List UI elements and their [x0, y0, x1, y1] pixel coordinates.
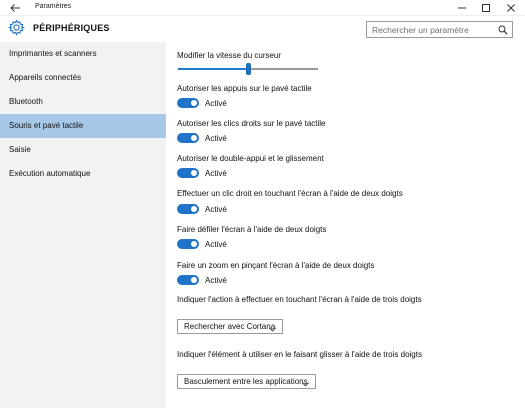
toggle-knob — [191, 206, 197, 212]
sidebar-item-bluetooth[interactable]: Bluetooth — [0, 90, 166, 114]
sidebar-item-label: Imprimantes et scanners — [9, 49, 97, 58]
touchpad-tap-label: Autoriser les appuis sur le pavé tactile — [177, 84, 312, 93]
two-finger-right-click-label: Effectuer un clic droit en touchant l'éc… — [177, 189, 403, 198]
three-finger-tap-dropdown[interactable]: Rechercher avec Cortana — [177, 319, 283, 334]
sidebar-item-label: Bluetooth — [9, 97, 43, 106]
toggle-knob — [191, 277, 197, 283]
sidebar: Imprimantes et scanners Appareils connec… — [0, 42, 166, 408]
cursor-speed-label: Modifier la vitesse du curseur — [177, 51, 282, 60]
sidebar-item-label: Souris et pavé tactile — [9, 121, 84, 130]
right-click-toggle[interactable] — [177, 133, 199, 143]
search-input[interactable]: Rechercher un paramètre — [366, 21, 513, 38]
sidebar-item-connected-devices[interactable]: Appareils connectés — [0, 66, 166, 90]
right-click-label: Autoriser les clics droits sur le pavé t… — [177, 119, 326, 128]
double-tap-drag-label: Autoriser le double-appui et le glisseme… — [177, 154, 324, 163]
toggle-state: Activé — [205, 169, 227, 178]
window-title: Paramètres — [35, 3, 72, 10]
chevron-down-icon — [269, 324, 276, 332]
search-icon[interactable] — [498, 25, 508, 35]
search-placeholder: Rechercher un paramètre — [372, 25, 469, 35]
chevron-down-icon — [302, 379, 309, 387]
header: PÉRIPHÉRIQUES Rechercher un paramètre — [0, 16, 525, 42]
close-button[interactable] — [499, 0, 523, 16]
two-finger-scroll-label: Faire défiler l'écran à l'aide de deux d… — [177, 225, 327, 234]
three-finger-tap-label: Indiquer l'action à effectuer en touchan… — [177, 295, 422, 304]
sidebar-item-autoplay[interactable]: Exécution automatique — [0, 162, 166, 186]
sidebar-item-label: Appareils connectés — [9, 73, 82, 82]
toggle-knob — [191, 135, 197, 141]
two-finger-scroll-toggle[interactable] — [177, 239, 199, 249]
toggle-state: Activé — [205, 240, 227, 249]
title-bar: Paramètres — [0, 0, 525, 16]
three-finger-swipe-label: Indiquer l'élément à utiliser en le fais… — [177, 350, 422, 359]
toggle-knob — [191, 241, 197, 247]
toggle-state: Activé — [205, 134, 227, 143]
page-title: PÉRIPHÉRIQUES — [33, 23, 110, 33]
toggle-state: Activé — [205, 99, 227, 108]
toggle-knob — [191, 170, 197, 176]
pinch-zoom-toggle[interactable] — [177, 275, 199, 285]
sidebar-item-typing[interactable]: Saisie — [0, 138, 166, 162]
two-finger-right-click-toggle[interactable] — [177, 204, 199, 214]
back-arrow-icon[interactable] — [8, 2, 22, 14]
minimize-button[interactable] — [450, 0, 474, 16]
gear-icon — [7, 19, 26, 36]
dropdown-value: Rechercher avec Cortana — [184, 322, 276, 331]
slider-thumb[interactable] — [246, 63, 251, 75]
toggle-knob — [191, 100, 197, 106]
sidebar-item-mouse-touchpad[interactable]: Souris et pavé tactile — [0, 114, 166, 138]
toggle-state: Activé — [205, 205, 227, 214]
sidebar-item-printers[interactable]: Imprimantes et scanners — [0, 42, 166, 66]
dropdown-value: Basculement entre les applications — [184, 377, 308, 386]
double-tap-drag-toggle[interactable] — [177, 168, 199, 178]
main-content: Modifier la vitesse du curseur Autoriser… — [166, 42, 525, 408]
sidebar-item-label: Saisie — [9, 145, 31, 154]
maximize-button[interactable] — [474, 0, 498, 16]
three-finger-swipe-dropdown[interactable]: Basculement entre les applications — [177, 374, 316, 389]
slider-fill — [178, 68, 248, 70]
cursor-speed-slider[interactable] — [178, 63, 318, 75]
sidebar-item-label: Exécution automatique — [9, 169, 91, 178]
pinch-zoom-label: Faire un zoom en pinçant l'écran à l'aid… — [177, 261, 375, 270]
touchpad-tap-toggle[interactable] — [177, 98, 199, 108]
toggle-state: Activé — [205, 276, 227, 285]
